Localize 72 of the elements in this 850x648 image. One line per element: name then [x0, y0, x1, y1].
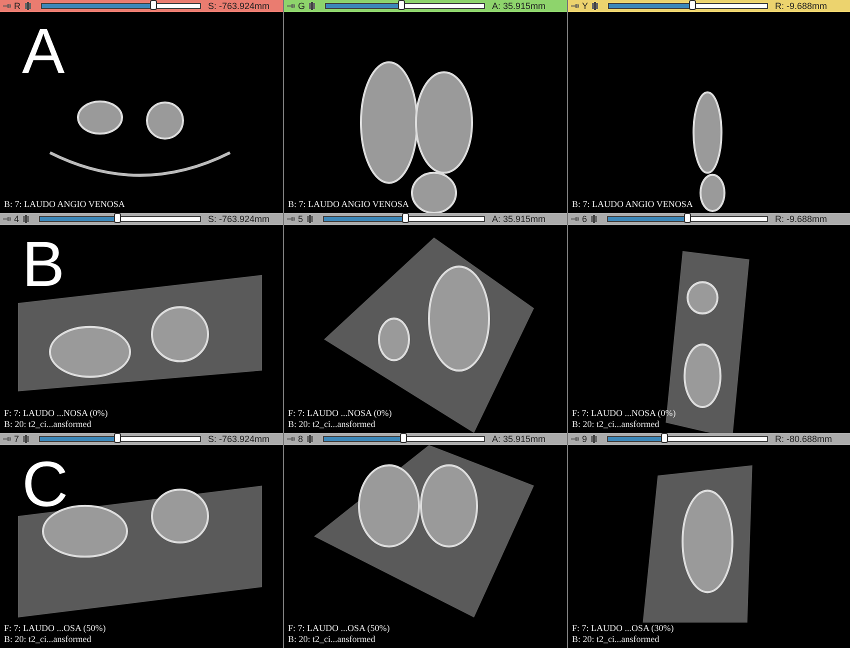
view-label: G	[298, 1, 306, 11]
link-icon[interactable]	[591, 2, 600, 10]
link-icon[interactable]	[306, 435, 314, 443]
link-icon[interactable]	[590, 215, 598, 223]
slider-thumb[interactable]	[400, 433, 407, 443]
link-icon[interactable]	[590, 435, 598, 443]
slice-offset-reading: R: -9.688mm	[775, 214, 828, 224]
layer-label: B: 20: t2_ci...ansformed	[572, 634, 660, 645]
layer-label: B: 7: LAUDO ANGIO VENOSA	[572, 199, 693, 210]
slider-thumb[interactable]	[661, 433, 668, 443]
slice-offset-reading: A: 35.915mm	[492, 434, 547, 444]
slice-offset-reading: A: 35.915mm	[492, 1, 547, 11]
pin-icon[interactable]	[3, 436, 11, 442]
slice-slider[interactable]	[325, 3, 485, 9]
view-label: 4	[14, 214, 20, 224]
slice-slider[interactable]	[323, 216, 485, 222]
layer-label: F: 7: LAUDO ...OSA (50%)	[4, 623, 106, 634]
pin-icon[interactable]	[3, 216, 11, 222]
layer-label: F: 7: LAUDO ...OSA (50%)	[288, 623, 390, 634]
view-label: R	[14, 1, 20, 11]
layer-label: F: 7: LAUDO ...NOSA (0%)	[4, 408, 108, 419]
slider-thumb[interactable]	[150, 0, 158, 10]
slice-slider[interactable]	[39, 216, 201, 222]
slice-slider[interactable]	[40, 3, 201, 9]
slice-offset-reading: S: -763.924mm	[208, 214, 271, 224]
slider-thumb[interactable]	[684, 213, 690, 223]
slider-thumb[interactable]	[688, 0, 696, 10]
pin-icon[interactable]	[571, 436, 579, 442]
slider-thumb[interactable]	[114, 213, 122, 223]
slice-slider[interactable]	[607, 216, 768, 222]
layer-label: F: 7: LAUDO ...OSA (30%)	[572, 623, 674, 634]
panel-letter: C	[22, 449, 68, 519]
slider-thumb[interactable]	[114, 433, 122, 443]
layer-label: F: 7: LAUDO ...NOSA (0%)	[572, 408, 676, 419]
slice-offset-reading: S: -763.924mm	[208, 1, 271, 11]
slice-offset-reading: S: -763.924mm	[208, 434, 271, 444]
pin-icon[interactable]	[287, 216, 295, 222]
pin-icon[interactable]	[287, 3, 295, 9]
view-label: 8	[298, 434, 304, 444]
link-icon[interactable]	[306, 215, 314, 223]
pin-icon[interactable]	[571, 3, 579, 9]
link-icon[interactable]	[24, 2, 32, 10]
link-icon[interactable]	[22, 215, 30, 223]
pin-icon[interactable]	[571, 216, 579, 222]
view-label: Y	[582, 1, 588, 11]
view-label: 7	[14, 434, 20, 444]
view-label: 6	[582, 214, 588, 224]
slider-thumb[interactable]	[402, 213, 409, 223]
layer-label: B: 20: t2_ci...ansformed	[288, 419, 376, 430]
layer-label: F: 7: LAUDO ...NOSA (0%)	[288, 408, 392, 419]
layer-label: B: 20: t2_ci...ansformed	[288, 634, 376, 645]
view-label: 9	[582, 434, 588, 444]
layer-label: B: 20: t2_ci...ansformed	[4, 419, 92, 430]
pin-icon[interactable]	[3, 3, 11, 9]
slice-offset-reading: R: -9.688mm	[775, 1, 828, 11]
slice-slider[interactable]	[39, 436, 201, 442]
link-icon[interactable]	[308, 2, 316, 10]
slice-offset-reading: R: -80.688mm	[775, 434, 834, 444]
slider-thumb[interactable]	[398, 0, 405, 10]
view-label: 5	[298, 214, 304, 224]
slice-slider[interactable]	[323, 436, 485, 442]
layer-label: B: 7: LAUDO ANGIO VENOSA	[4, 199, 125, 210]
slice-slider[interactable]	[608, 3, 768, 9]
panel-letter: B	[22, 229, 65, 299]
layer-label: B: 20: t2_ci...ansformed	[4, 634, 92, 645]
panel-letter: A	[22, 16, 65, 86]
pin-icon[interactable]	[287, 436, 295, 442]
slice-offset-reading: A: 35.915mm	[492, 214, 547, 224]
slice-slider[interactable]	[607, 436, 768, 442]
layer-label: B: 20: t2_ci...ansformed	[572, 419, 660, 430]
link-icon[interactable]	[22, 435, 30, 443]
layer-label: B: 7: LAUDO ANGIO VENOSA	[288, 199, 409, 210]
